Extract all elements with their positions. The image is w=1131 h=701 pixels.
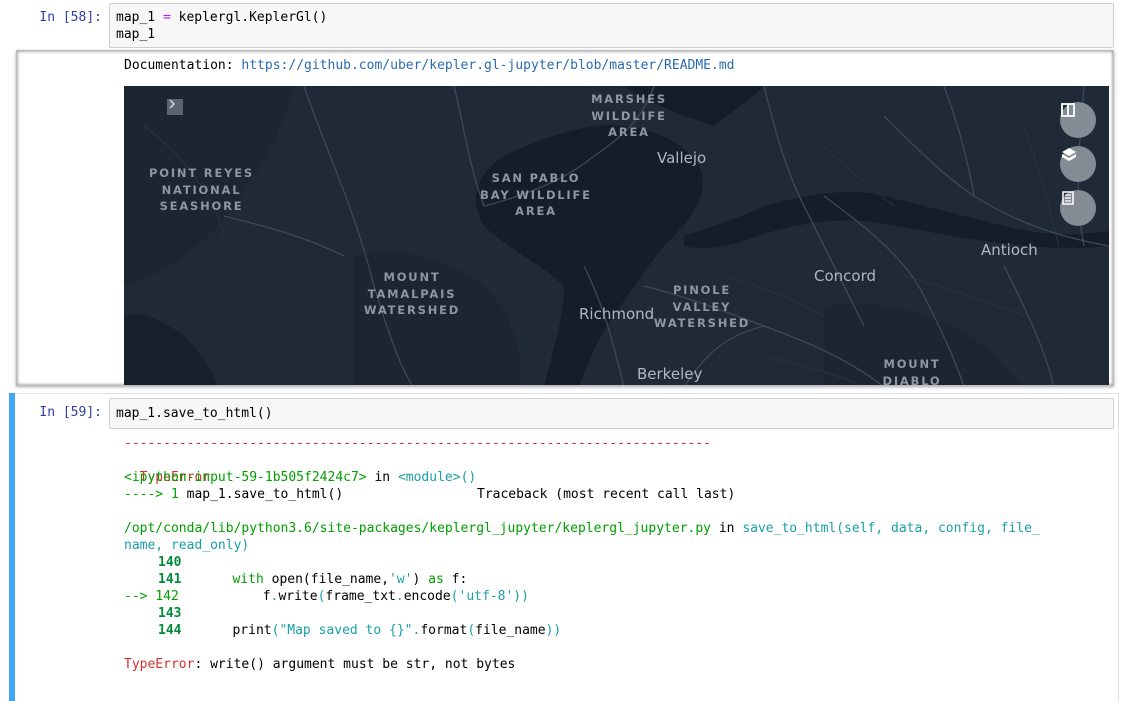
traceback-file-location: /opt/conda/lib/python3.6/site-packages/k… xyxy=(124,521,1040,536)
traceback-source-line: --> 142 f.write(frame_txt.encode('utf-8')… xyxy=(124,589,529,604)
traceback-func-signature: name, read_only) xyxy=(124,538,250,553)
split-map-button[interactable] xyxy=(1060,102,1096,138)
legend-list-icon xyxy=(1062,191,1074,205)
chevron-right-icon xyxy=(169,99,176,109)
code-line: map_1 = keplergl.KeplerGl() xyxy=(116,10,328,25)
map-place-label: POINT REYES NATIONAL SEASHORE xyxy=(149,166,254,213)
cell-prompt: In [58]: xyxy=(39,10,102,25)
map-city-label: Berkeley xyxy=(637,365,703,383)
map-city-label: Richmond xyxy=(579,305,655,323)
map-place-label: MARSHES WILDLIFE AREA xyxy=(591,92,667,139)
traceback-source-line: 141 with open(file_name,'w') as f: xyxy=(158,572,468,587)
map-legend-button[interactable] xyxy=(1060,190,1096,226)
3d-view-button[interactable] xyxy=(1060,146,1096,182)
traceback-source-line: 144 print("Map saved to {}".format(file_n… xyxy=(158,623,562,638)
map-place-label: MOUNT TAMALPAIS WATERSHED xyxy=(363,270,461,317)
traceback-source-line: 140 xyxy=(158,555,182,570)
map-place-label: MOUNT DIABLO xyxy=(882,357,942,386)
map-place-label: SAN PABLO BAY WILDLIFE AREA xyxy=(480,171,592,218)
traceback-line: ----> 1 map_1.save_to_html() xyxy=(124,487,344,502)
map-city-label: Vallejo xyxy=(657,149,707,167)
output-area: Documentation: https://github.com/uber/k… xyxy=(16,50,1114,386)
traceback-separator: ----------------------------------------… xyxy=(124,436,711,451)
code-input-cell[interactable]: map_1.save_to_html() xyxy=(109,398,1114,429)
side-panel-toggle-button[interactable] xyxy=(167,99,183,115)
traceback-source-line: 143 xyxy=(158,606,182,621)
code-line: map_1 xyxy=(116,27,156,42)
documentation-link[interactable]: https://github.com/uber/kepler.gl-jupyte… xyxy=(241,58,734,73)
map-city-label: Concord xyxy=(814,267,877,285)
split-view-icon xyxy=(1061,103,1075,117)
kepler-map[interactable]: MARSHES WILDLIFE AREA POINT REYES NATIONAL S… xyxy=(124,86,1109,386)
documentation-line: Documentation: https://github.com/uber/k… xyxy=(124,58,735,73)
code-input-cell[interactable]: map_1 = keplergl.KeplerGl() map_1 xyxy=(109,3,1114,48)
cube-icon xyxy=(1062,148,1076,161)
map-place-label: PINOLE VALLEY WATERSHED xyxy=(653,283,751,330)
code-line: map_1.save_to_html() xyxy=(116,406,273,421)
traceback-location: <ipython-input-59-1b505f2424c7> in <modu… xyxy=(124,470,477,485)
error-message: TypeError: write() argument must be str,… xyxy=(124,657,516,672)
cell-prompt: In [59]: xyxy=(39,405,102,420)
map-city-label: Antioch xyxy=(981,241,1038,259)
